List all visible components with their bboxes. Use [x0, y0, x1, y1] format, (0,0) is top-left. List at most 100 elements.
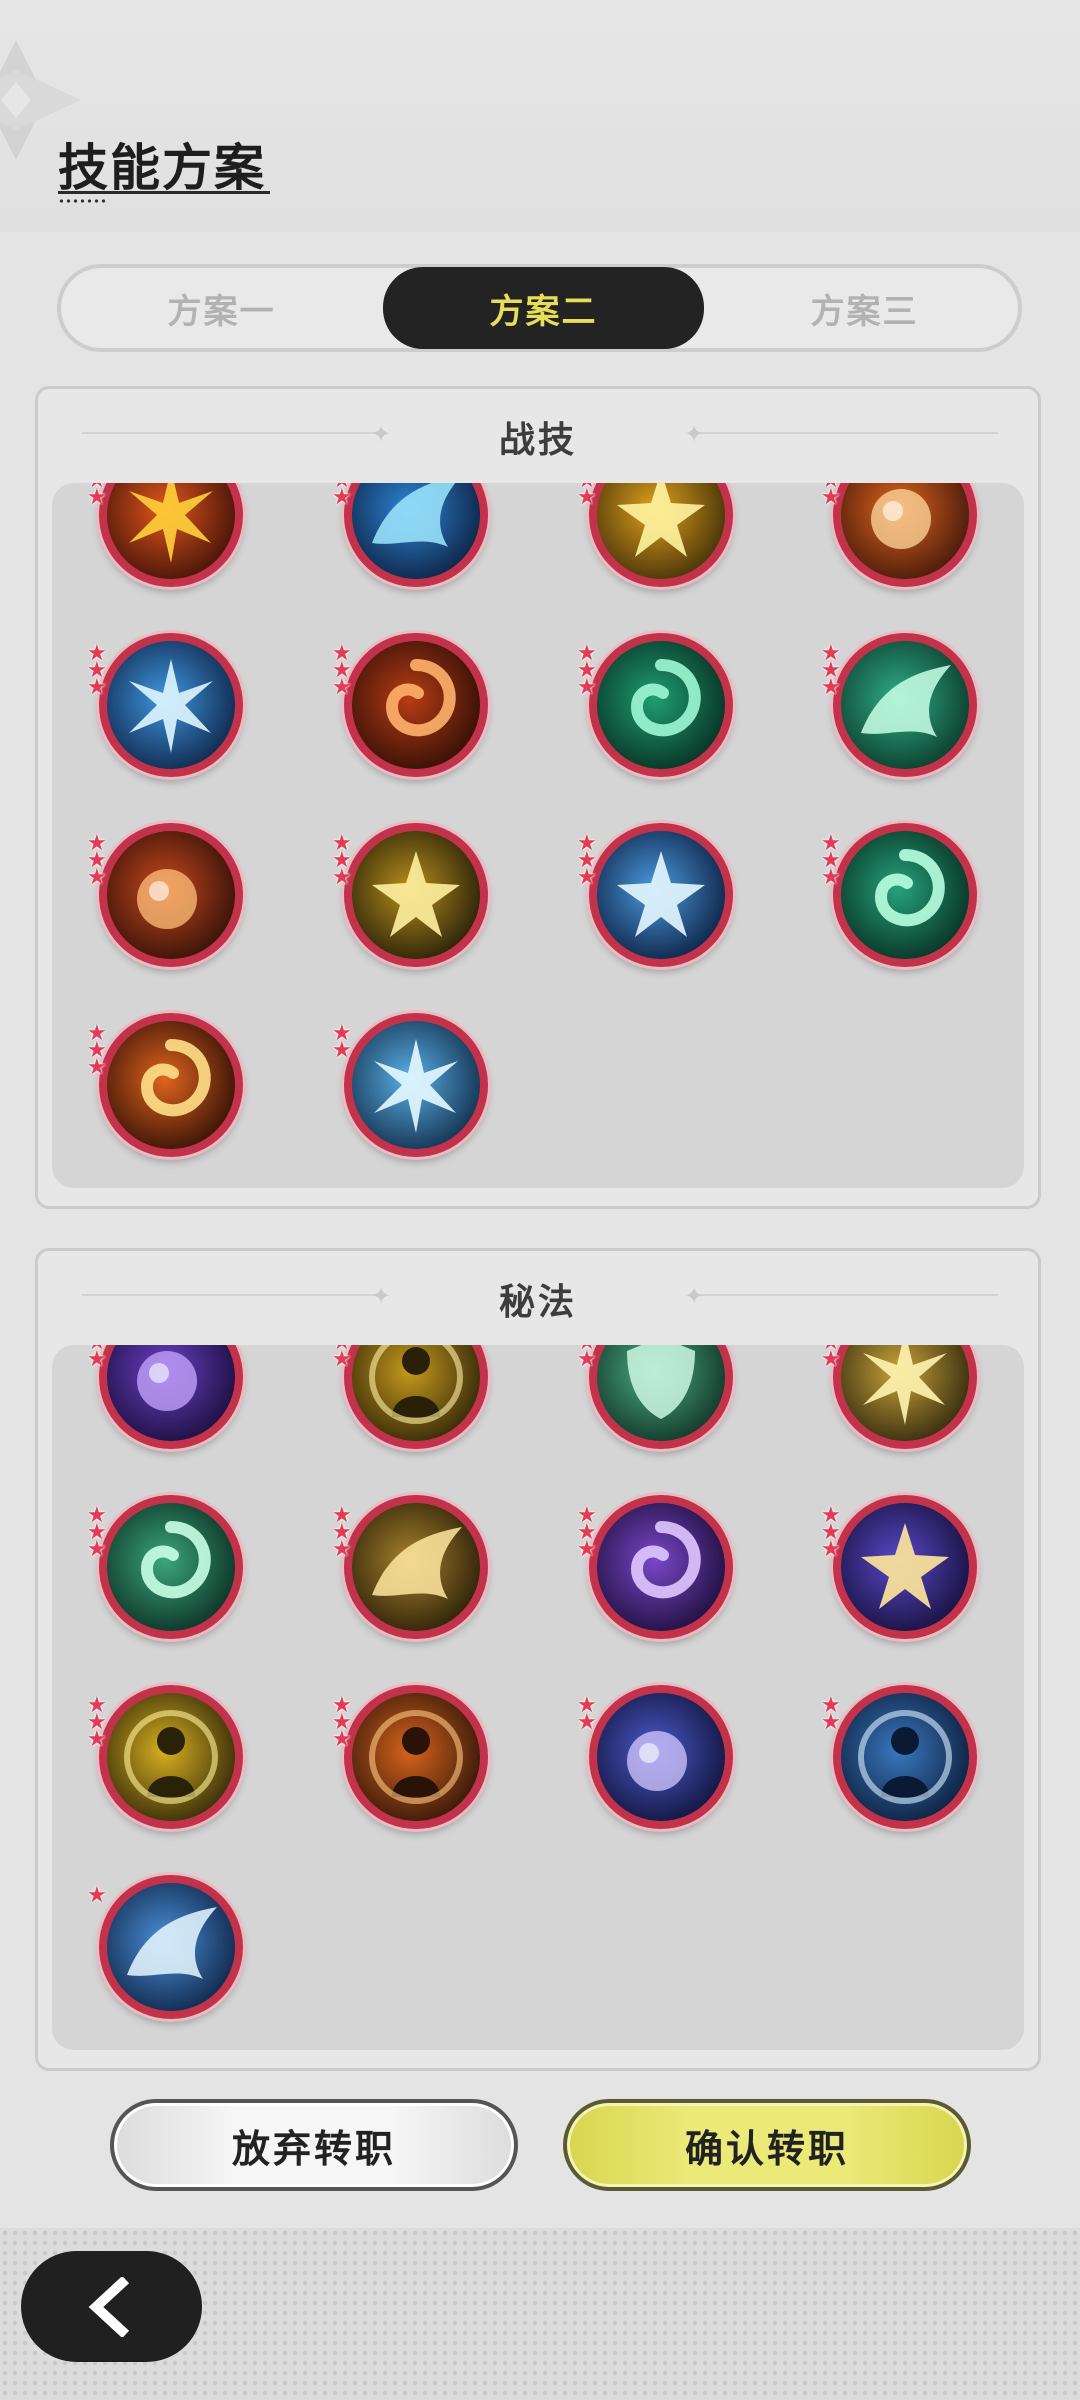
star-rating: ★ ★ [332, 1023, 358, 1063]
star-rating: ★★★ [87, 1695, 113, 1752]
star-icon: ★ [821, 1347, 841, 1372]
abandon-class-change-button[interactable]: 放弃转职 [110, 2099, 518, 2191]
chevron-left-icon [88, 2276, 129, 2337]
snow-figure-icon[interactable]: ★ ★ [821, 1685, 977, 1829]
arcane-skills-panel: ✦ ✦ 秘法 ★★★★★★★★★★★★★★★★★★★★★★★★★★★★★★★★★… [35, 1248, 1041, 2071]
star-rating: ★★★ [332, 833, 358, 890]
star-icon: ★ [332, 1727, 352, 1752]
star-icon: ★ [87, 1347, 107, 1372]
tab-plan-2[interactable]: 方案二 [383, 267, 704, 349]
panel-header: ✦ ✦ 战技 [38, 389, 1038, 479]
green-shield-icon[interactable]: ★★★ [577, 1345, 733, 1449]
star-rating: ★★★ [332, 1345, 358, 1372]
star-icon: ★ [821, 675, 841, 700]
golden-star-icon[interactable]: ★★★ [577, 483, 733, 587]
combat-skill-grid: ★★★★★★★★★★★★★★★★★★★★★★★★★★★★★★★★★★★★★★★★… [52, 483, 1024, 1188]
star-icon: ★ [577, 485, 597, 510]
star-rating: ★★★ [821, 483, 847, 510]
fire-spirit-icon[interactable]: ★ ★ ★ [332, 1685, 488, 1829]
star-rating: ★ ★ [577, 1695, 603, 1735]
meteor-icon[interactable]: ★ ★ ★ [87, 823, 243, 967]
arcane-section-title: 秘法 [498, 1282, 577, 1323]
star-icon: ★ [332, 1537, 352, 1562]
combat-section-title: 战技 [498, 420, 577, 461]
star-icon: ★ [332, 1038, 352, 1063]
header-area: 技能方案 [0, 0, 1080, 232]
star-icon: ★ [332, 675, 352, 700]
star-rating: ★★★ [577, 643, 603, 700]
golden-slash-icon[interactable]: ★ ★ ★ [332, 1495, 488, 1639]
star-icon: ★ [577, 865, 597, 890]
star-icon: ★ [577, 675, 597, 700]
wind-arrow-icon[interactable]: ★ ★ ★ [821, 823, 977, 967]
star-rating: ★★★ [87, 643, 113, 699]
star-icon: ★ [577, 1347, 597, 1372]
star-icon: ★ [332, 1347, 352, 1372]
star-rating: ★★★ [87, 1345, 113, 1372]
star-icon: ★ [87, 1883, 107, 1908]
wind-slash-icon[interactable]: ★ ★ ★ [821, 633, 977, 777]
back-button[interactable] [21, 2251, 202, 2362]
wind-vortex-icon[interactable]: ★ ★ ★ [577, 633, 733, 777]
star-icon: ★ [87, 1537, 107, 1562]
fire-burst-icon[interactable]: ★★★ [87, 483, 243, 587]
combat-skills-panel: ✦ ✦ 战技 ★ ★ ★ ★ ★ ★ ★ ★ ★ ★ ★ ★ ★ ★ ★ ★ ★ ★ ★ ★ ★ ★ ★ ★ ★ ★ ★ ★ ★ ★ ★ ★ ★… [35, 386, 1041, 1209]
star-rating: ★★★ [332, 483, 358, 510]
ice-crystal-icon[interactable]: ★ ★ ★ [577, 823, 733, 967]
star-rating: ★★★ [821, 643, 847, 700]
star-rating: ★★★ [821, 1345, 847, 1372]
tab-plan-1[interactable]: 方案一 [61, 268, 382, 348]
title-underline [58, 191, 270, 194]
star-rating: ★★★ [821, 1505, 847, 1562]
star-icon: ★ [87, 1055, 107, 1080]
purple-swirl-icon[interactable]: ★ ★ ★ [577, 1495, 733, 1639]
star-icon: ★ [332, 865, 352, 890]
golden-aura-icon[interactable]: ★ ★ ★ [87, 1685, 243, 1829]
green-chain-icon[interactable]: ★ ★ ★ [87, 1495, 243, 1639]
star-rating: ★★★ [577, 483, 603, 510]
star-icon: ★ [821, 485, 841, 510]
time-clock-icon[interactable]: ★ ★ [577, 1685, 733, 1829]
star-icon: ★ [821, 865, 841, 890]
star-rating: ★★★ [332, 643, 358, 700]
title-dots [58, 199, 106, 203]
panel-header: ✦ ✦ 秘法 [38, 1251, 1038, 1341]
star-rating: ★ ★ [821, 1695, 847, 1735]
ice-burst-icon[interactable]: ★ ★ ★ [87, 633, 243, 777]
golden-figure-icon[interactable]: ★★★ [332, 1345, 488, 1449]
star-rating: ★★★ [87, 833, 113, 890]
star-rating: ★★★ [577, 1505, 603, 1562]
ice-wing-icon[interactable]: ★ [87, 1875, 243, 2019]
star-rating: ★★★ [577, 1345, 603, 1372]
star-icon: ★ [577, 1710, 597, 1735]
star-rating: ★★★ [332, 1505, 358, 1562]
star-icon: ★ [87, 865, 107, 890]
star-icon: ★ [821, 1710, 841, 1735]
plan-tabs: 方案一 方案二 方案三 [57, 264, 1022, 352]
star-rating: ★ [87, 1883, 113, 1908]
arcane-potion-icon[interactable]: ★★★ [87, 1345, 243, 1449]
star-rating: ★★★ [87, 1505, 113, 1562]
fire-swirl-icon[interactable]: ★ ★ ★ [332, 633, 488, 777]
star-rating: ★★★ [577, 833, 603, 890]
star-icon: ★ [332, 485, 352, 510]
star-rating: ★★★ [87, 483, 113, 510]
ice-spikes-icon[interactable]: ★ ★ [332, 1013, 488, 1157]
page-title: 技能方案 [58, 139, 266, 197]
water-splash-icon[interactable]: ★★★ [332, 483, 488, 587]
star-icon: ★ [821, 1537, 841, 1562]
star-icon: ★ [577, 1537, 597, 1562]
star-rating: ★★★ [332, 1695, 358, 1752]
constellation-icon[interactable]: ★ ★ ★ [332, 823, 488, 967]
star-icon: ★ [87, 485, 107, 510]
tab-plan-3[interactable]: 方案三 [704, 268, 1025, 348]
star-icon: ★ [87, 1727, 107, 1752]
sparkle-portal-icon[interactable]: ★ ★ ★ [821, 1495, 977, 1639]
confirm-class-change-button[interactable]: 确认转职 [563, 2099, 971, 2191]
star-rating: ★★★ [821, 833, 847, 890]
fire-vortex-icon[interactable]: ★ ★ ★ [87, 1013, 243, 1157]
arcane-skill-grid: ★★★★★★★★★★★★★★★★★★★★★★★★★★★★★★★★★★★ [52, 1345, 1024, 2050]
golden-light-icon[interactable]: ★★★ [821, 1345, 977, 1449]
fire-orb-icon[interactable]: ★★★ [821, 483, 977, 587]
star-rating: ★★★ [87, 1023, 113, 1080]
